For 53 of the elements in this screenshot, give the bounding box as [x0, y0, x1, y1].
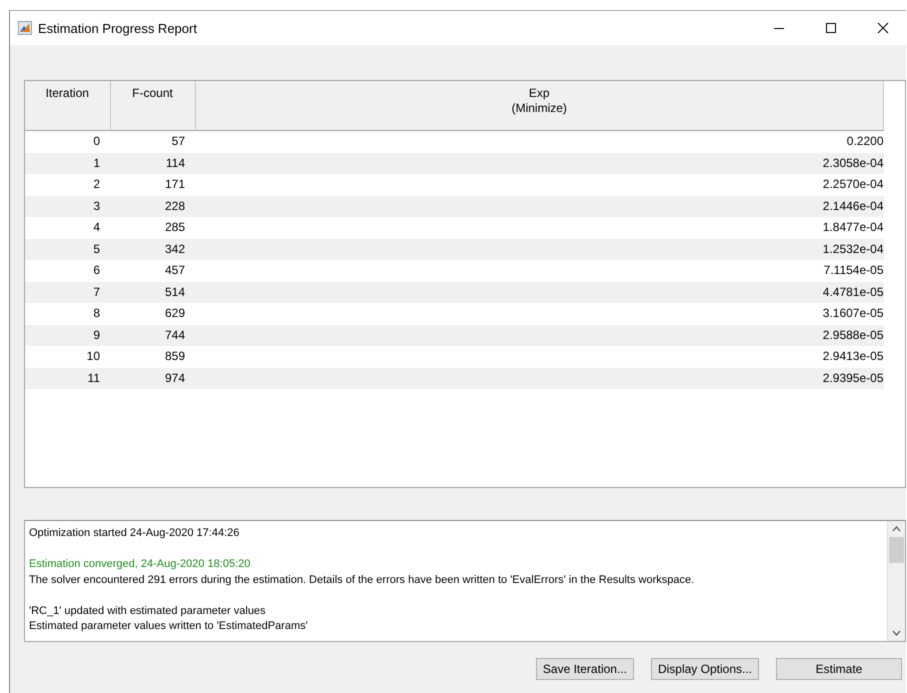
- table-cell: 1.8477e-04: [195, 217, 884, 238]
- table-cell: 1.2532e-04: [195, 238, 884, 260]
- table-cell: 114: [110, 152, 195, 174]
- action-button[interactable]: Save Iteration...: [536, 658, 634, 680]
- table-cell: 0: [25, 130, 110, 152]
- table-cell: 10: [25, 346, 110, 368]
- log-message: 'RC_1' updated with estimated parameter values: [29, 604, 267, 618]
- table-cell: 342: [110, 238, 195, 260]
- table-cell: 285: [110, 217, 195, 238]
- table-cell: 514: [110, 282, 195, 303]
- table-cell: 2.9588e-05: [195, 324, 884, 346]
- scrollbar[interactable]: [887, 521, 905, 641]
- action-button[interactable]: Display Options...: [650, 658, 759, 680]
- column-header: Exp (Minimize): [195, 81, 884, 130]
- log-message: Estimated parameter values written to 'EstimatedParams': [29, 619, 309, 634]
- table-cell: 4.4781e-05: [195, 282, 884, 303]
- table-cell: 629: [110, 303, 195, 324]
- table-cell: 11: [25, 368, 110, 389]
- app-icon: [18, 21, 32, 35]
- table-cell: 7: [25, 282, 110, 303]
- maximize-icon[interactable]: [825, 22, 837, 34]
- table-cell: 2.3058e-04: [195, 152, 884, 174]
- column-header: Iteration: [25, 81, 110, 130]
- table-cell: 457: [110, 260, 195, 282]
- table-cell: 7.1154e-05: [195, 260, 884, 282]
- table-cell: 2: [25, 174, 110, 196]
- close-icon[interactable]: [877, 22, 889, 34]
- table-cell: 1: [25, 152, 110, 174]
- table-cell: 9: [25, 324, 110, 346]
- table-cell: 8: [25, 303, 110, 324]
- table-cell: 0.2200: [195, 130, 884, 152]
- log-message: The solver encountered 291 errors during the estimation. Details of the errors have been written to 'EvalErrors' in the Results workspace.: [29, 572, 696, 588]
- table-cell: 171: [110, 174, 195, 196]
- table-cell: 57: [110, 130, 195, 152]
- column-header: F-count: [110, 81, 195, 130]
- table-cell: 3: [25, 196, 110, 217]
- scrollbar-thumb[interactable]: [889, 537, 904, 563]
- table-cell: 2.1446e-04: [195, 196, 884, 217]
- action-button[interactable]: Estimate: [776, 658, 902, 680]
- window-title: Estimation Progress Report: [38, 20, 197, 36]
- table-cell: 2.9413e-05: [195, 346, 884, 368]
- table-cell: 3.1607e-05: [195, 303, 884, 324]
- table-cell: 4: [25, 217, 110, 238]
- table-cell: 228: [110, 196, 195, 217]
- log-message: Optimization started 24-Aug-2020 17:44:26: [29, 526, 240, 541]
- table-cell: 5: [25, 238, 110, 260]
- table-cell: 2.9395e-05: [195, 368, 884, 389]
- table-cell: 859: [110, 346, 195, 368]
- table-cell: 6: [25, 260, 110, 282]
- table-cell: 2.2570e-04: [195, 174, 884, 196]
- table-cell: 744: [110, 324, 195, 346]
- success-message: Estimation converged, 24-Aug-2020 18:05:20: [29, 557, 252, 572]
- table-cell: 974: [110, 368, 195, 389]
